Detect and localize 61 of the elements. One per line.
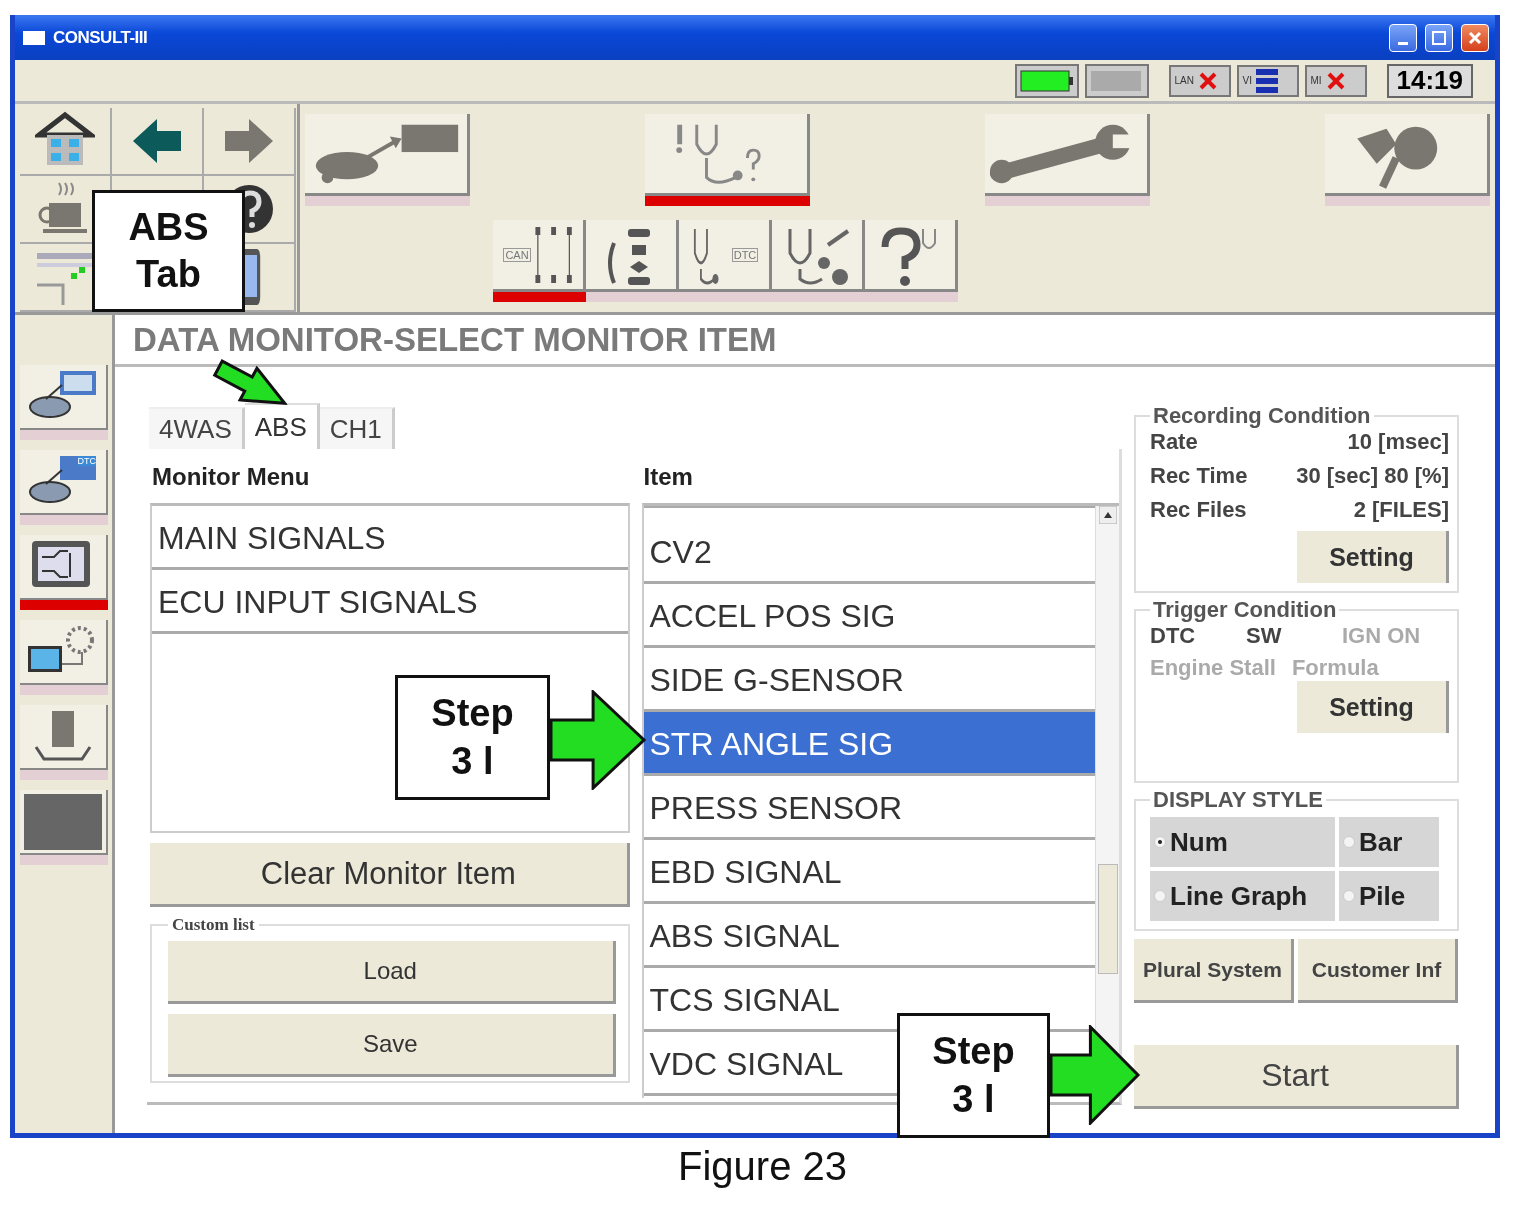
callout-tooltip: ABS Tab xyxy=(92,190,245,312)
indicator-label: VI xyxy=(1242,75,1252,86)
clock: 14:19 xyxy=(1386,63,1473,98)
back-arrow-button[interactable] xyxy=(112,108,204,176)
radio-button[interactable] xyxy=(1154,836,1166,848)
start-button[interactable]: Start xyxy=(1134,1045,1459,1109)
battery-icon xyxy=(1014,63,1079,98)
figure-caption: Figure 23 xyxy=(677,1144,848,1189)
scroll-up-icon[interactable] xyxy=(1098,506,1117,524)
forward-arrow-button[interactable] xyxy=(204,108,296,176)
list-action-button[interactable]: Load xyxy=(168,941,616,1004)
list-item[interactable]: STR ANGLE SIG xyxy=(643,712,1095,776)
minimize-icon xyxy=(1398,42,1408,45)
maximize-button[interactable] xyxy=(1425,23,1453,52)
tab[interactable]: CH1 xyxy=(319,407,395,449)
battery-icon xyxy=(1084,63,1149,98)
window-title: CONSULT-III xyxy=(53,27,149,48)
action-button[interactable]: Customer Inf xyxy=(1298,939,1458,1003)
radio-button[interactable] xyxy=(1154,890,1166,902)
can-label: CAN xyxy=(503,247,531,262)
trigger-option[interactable]: DTC xyxy=(1150,623,1230,649)
column-heading: Monitor Menu xyxy=(151,462,311,492)
minimize-button[interactable] xyxy=(1389,23,1417,52)
column-heading: Item xyxy=(642,462,694,492)
setting-value: 30 [sec] 80 [%] xyxy=(1296,463,1449,490)
tab[interactable]: ABS xyxy=(244,403,320,449)
indicator-label: LAN xyxy=(1174,75,1194,86)
app-icon xyxy=(23,30,45,45)
radio-option[interactable]: Line Graph xyxy=(1150,871,1335,921)
radio-option[interactable]: Bar xyxy=(1339,817,1439,867)
radio-button[interactable] xyxy=(1343,890,1355,902)
trigger-option[interactable]: SW xyxy=(1246,623,1326,649)
dtc-label: DTC xyxy=(731,247,759,262)
scrollbar[interactable] xyxy=(1095,506,1119,1098)
screen-icon xyxy=(24,793,102,850)
group-legend: Custom list xyxy=(168,915,259,935)
radio-option[interactable]: Pile xyxy=(1339,871,1439,921)
indicator-label: MI xyxy=(1310,75,1322,86)
group-legend: Recording Condition xyxy=(1150,403,1374,429)
tab[interactable]: 4WAS xyxy=(149,407,245,449)
dtc-label: DTC xyxy=(77,456,96,466)
setting-value: 10 [msec] xyxy=(1347,429,1449,456)
list-action-button[interactable]: Save xyxy=(168,1014,616,1077)
clear-monitor-button[interactable]: Clear Monitor Item xyxy=(150,843,630,907)
callout-tooltip: Step 3 l xyxy=(395,675,550,800)
action-button[interactable]: Plural System xyxy=(1134,939,1294,1003)
group-legend: DISPLAY STYLE xyxy=(1150,787,1326,813)
radio-option[interactable]: Num xyxy=(1150,817,1335,867)
close-button[interactable] xyxy=(1461,23,1489,52)
scroll-thumb[interactable] xyxy=(1097,864,1118,974)
setting-label: Rec Time xyxy=(1150,463,1248,490)
setting-label: Rec Files xyxy=(1150,497,1247,524)
radio-button[interactable] xyxy=(1343,836,1355,848)
group-legend: Trigger Condition xyxy=(1150,597,1340,623)
setting-label: Rate xyxy=(1150,429,1198,456)
maximize-icon xyxy=(1432,30,1446,45)
setting-value: 2 [FILES] xyxy=(1353,497,1449,524)
callout-tooltip: Step 3 l xyxy=(897,1013,1050,1138)
close-icon xyxy=(1468,30,1482,45)
setting-button[interactable]: Setting xyxy=(1297,681,1449,733)
setting-button[interactable]: Setting xyxy=(1297,531,1449,583)
